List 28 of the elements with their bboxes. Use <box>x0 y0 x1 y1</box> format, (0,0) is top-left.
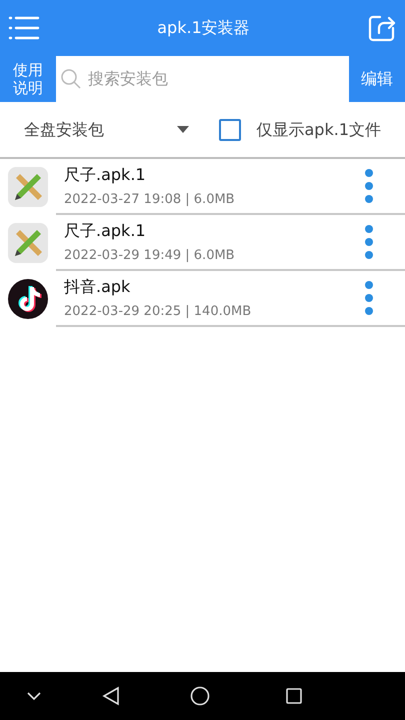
menu-button[interactable] <box>8 14 40 42</box>
checkbox[interactable] <box>218 118 240 140</box>
file-name: 尺子.apk.1 <box>64 220 147 242</box>
file-item[interactable]: 尺子.apk.1 2022-03-29 19:49 | 6.0MB <box>0 215 405 271</box>
collapse-button[interactable] <box>26 691 42 701</box>
checkbox-label: 仅显示apk.1文件 <box>256 118 381 140</box>
file-item[interactable]: 抖音.apk 2022-03-29 20:25 | 140.0MB <box>0 271 405 327</box>
scope-dropdown[interactable]: 全盘安装包 <box>24 118 189 142</box>
more-button[interactable] <box>364 224 374 260</box>
more-button[interactable] <box>364 280 374 316</box>
back-button[interactable] <box>102 686 120 706</box>
search-icon <box>60 68 82 90</box>
file-name: 抖音.apk <box>64 276 132 298</box>
caret-icon <box>177 126 189 133</box>
file-info: 2022-03-27 19:08 | 6.0MB <box>64 190 236 208</box>
app-title: apk.1安装器 <box>156 17 251 39</box>
file-item[interactable]: 尺子.apk.1 2022-03-27 19:08 | 6.0MB <box>0 159 405 215</box>
home-button[interactable] <box>190 686 210 706</box>
ruler-pencil-icon <box>7 222 49 264</box>
file-name: 尺子.apk.1 <box>64 164 147 186</box>
file-info: 2022-03-29 20:25 | 140.0MB <box>64 302 252 320</box>
recents-button[interactable] <box>286 688 302 704</box>
file-info: 2022-03-29 19:49 | 6.0MB <box>64 246 236 264</box>
more-button[interactable] <box>364 168 374 204</box>
music-note-icon <box>7 278 49 320</box>
search-field[interactable]: 搜索安装包 <box>56 56 349 102</box>
share-button[interactable] <box>367 13 397 43</box>
ruler-pencil-icon <box>7 166 49 208</box>
